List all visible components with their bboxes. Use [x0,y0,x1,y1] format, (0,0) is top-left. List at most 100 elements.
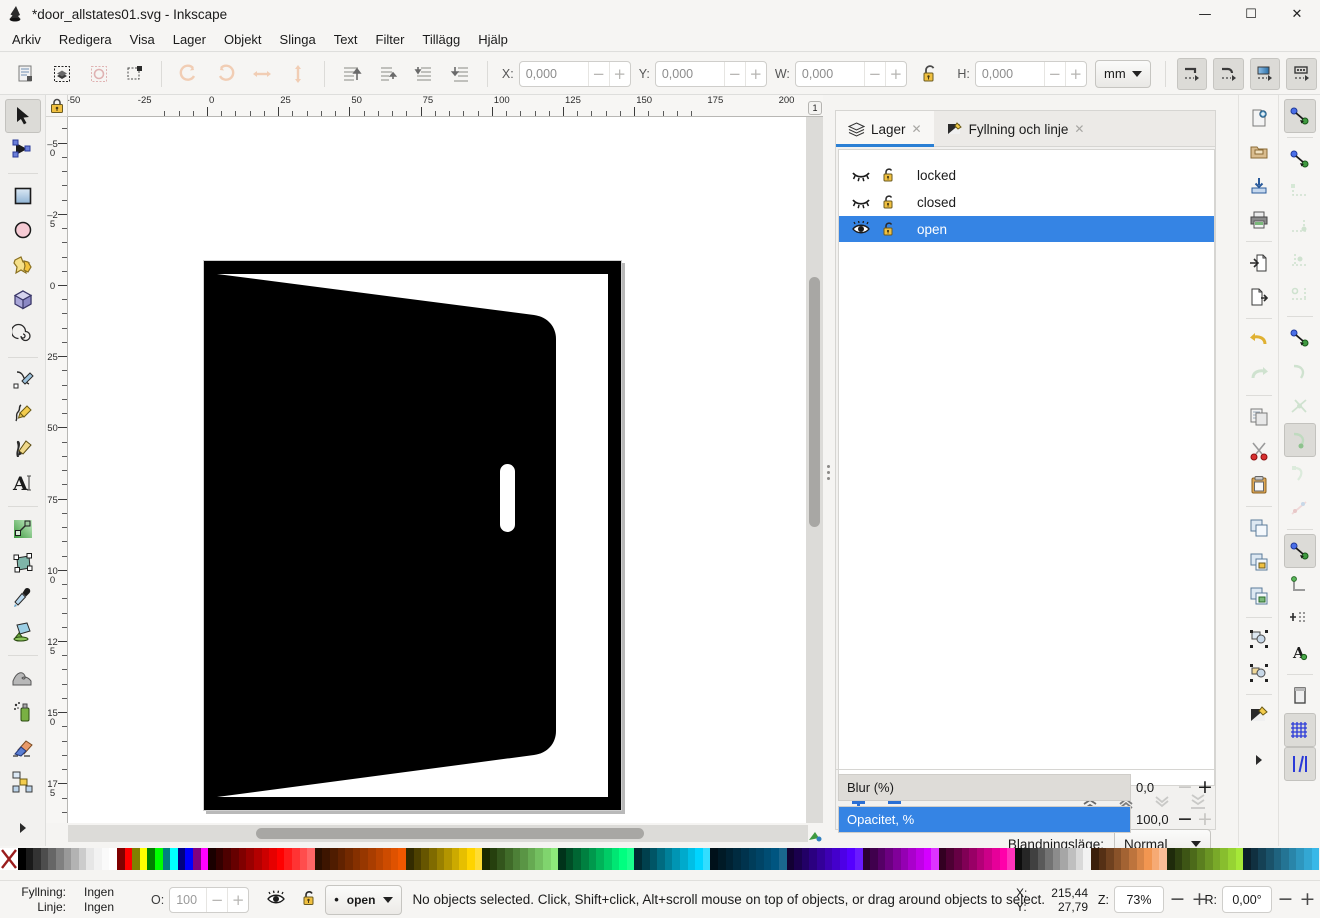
palette-swatch[interactable] [337,848,346,870]
palette-swatch[interactable] [1014,848,1023,870]
raise-to-top-button[interactable] [336,58,366,90]
palette-swatch[interactable] [946,848,954,870]
palette-swatch[interactable] [1281,848,1289,870]
dock-resize-grip[interactable] [824,455,832,489]
redo-button[interactable] [1243,357,1275,391]
paintbucket-tool[interactable] [5,616,41,650]
x-input[interactable] [519,61,588,86]
y-spinner[interactable]: − + [654,60,767,87]
duplicate-button[interactable] [1243,511,1275,545]
snap-bbox-center-toggle[interactable] [1284,244,1316,278]
rotate-ccw-button[interactable] [173,58,203,90]
horizontal-scrollbar[interactable] [68,825,808,842]
palette-swatch[interactable] [1075,848,1084,870]
palette-swatch[interactable] [550,848,559,870]
blur-decrement-button[interactable]: − [1175,778,1195,797]
palette-swatch[interactable] [1296,848,1304,870]
palette-swatch[interactable] [953,848,962,870]
palette-swatch[interactable] [421,848,429,870]
palette-swatch[interactable] [687,848,696,870]
closed-eye-icon[interactable] [847,194,875,210]
palette-swatch[interactable] [961,848,970,870]
palette-swatch[interactable] [1022,848,1031,870]
palette-swatch[interactable] [124,848,133,870]
palette-swatch[interactable] [634,848,642,870]
menu-filter[interactable]: Filter [367,30,414,49]
mesh-tool[interactable] [5,547,41,581]
canvas-area[interactable] [68,117,823,823]
palette-swatch[interactable] [170,848,178,870]
rotation-input[interactable]: 0,00° [1222,886,1272,913]
palette-swatch[interactable] [1243,848,1251,870]
palette-swatch[interactable] [1083,848,1091,870]
vertical-scrollbar[interactable] [806,117,823,823]
open-eye-icon[interactable] [847,221,875,237]
palette-swatch[interactable] [1045,848,1053,870]
palette-swatch[interactable] [1212,848,1221,870]
palette-swatch[interactable] [1311,848,1320,870]
zoom-out-button[interactable]: − [1169,890,1186,909]
palette-swatch[interactable] [1136,848,1145,870]
box3d-tool[interactable] [5,283,41,317]
palette-swatch[interactable] [748,848,757,870]
blur-slider[interactable]: Blur (%) [838,774,1132,801]
palette-swatch[interactable] [307,848,315,870]
palette-swatch[interactable] [139,848,148,870]
palette-swatch[interactable] [740,848,749,870]
spiral-tool[interactable] [5,317,41,351]
palette-swatch[interactable] [862,848,871,870]
palette-swatch[interactable] [299,848,308,870]
palette-swatch[interactable] [710,848,719,870]
menu-redigera[interactable]: Redigera [50,30,121,49]
unlocked-padlock-icon[interactable] [875,221,903,237]
opacity-increment-button[interactable]: + [227,887,248,912]
palette-swatch[interactable] [505,848,513,870]
palette-swatch[interactable] [193,848,201,870]
palette-swatch[interactable] [86,848,95,870]
palette-swatch[interactable] [94,848,102,870]
toolbox-overflow-button[interactable] [5,811,41,845]
palette-swatch[interactable] [778,848,787,870]
palette-swatch[interactable] [999,848,1008,870]
opacity-input[interactable] [170,887,207,912]
opacity-increment-button[interactable]: + [1195,810,1215,829]
palette-swatch[interactable] [771,848,779,870]
palette-swatch[interactable] [725,848,734,870]
palette-swatch[interactable] [1167,848,1175,870]
rotate-ccw-step-button[interactable]: − [1277,890,1294,909]
palette-swatch[interactable] [855,848,863,870]
opacity-decrement-button[interactable]: − [1175,810,1195,829]
palette-swatch[interactable] [1273,848,1282,870]
palette-swatch[interactable] [824,848,833,870]
color-palette[interactable] [0,848,1320,870]
palette-swatch[interactable] [1189,848,1198,870]
palette-swatch[interactable] [1159,848,1168,870]
palette-swatch[interactable] [581,848,589,870]
vertical-scrollbar-thumb[interactable] [809,277,820,527]
palette-swatch[interactable] [588,848,597,870]
flip-horizontal-button[interactable] [246,58,276,90]
palette-swatch[interactable] [512,848,521,870]
palette-swatch[interactable] [413,848,422,870]
palette-swatch[interactable] [680,848,688,870]
flip-vertical-button[interactable] [283,58,313,90]
snap-midpoint-toggle[interactable] [1284,491,1316,525]
palette-swatch[interactable] [314,848,323,870]
opacity-decrement-button[interactable]: − [206,887,227,912]
palette-swatch[interactable] [1235,848,1244,870]
palette-swatch[interactable] [291,848,300,870]
palette-swatch[interactable] [969,848,977,870]
move-scale-stroke-toggle[interactable] [1176,57,1208,90]
snap-bounding-box-toggle[interactable] [1284,142,1316,176]
x-increment-button[interactable]: + [608,61,630,86]
snap-bbox-edge-midpoint-toggle[interactable] [1284,210,1316,244]
snap-bbox-corner-toggle[interactable] [1284,176,1316,210]
palette-swatch[interactable] [877,848,886,870]
lower-button[interactable] [409,58,439,90]
ungroup-button[interactable] [1243,656,1275,690]
palette-swatch[interactable] [733,848,741,870]
palette-swatch[interactable] [672,848,681,870]
palette-swatch[interactable] [390,848,399,870]
palette-swatch[interactable] [870,848,878,870]
horizontal-scrollbar-thumb[interactable] [256,828,644,839]
